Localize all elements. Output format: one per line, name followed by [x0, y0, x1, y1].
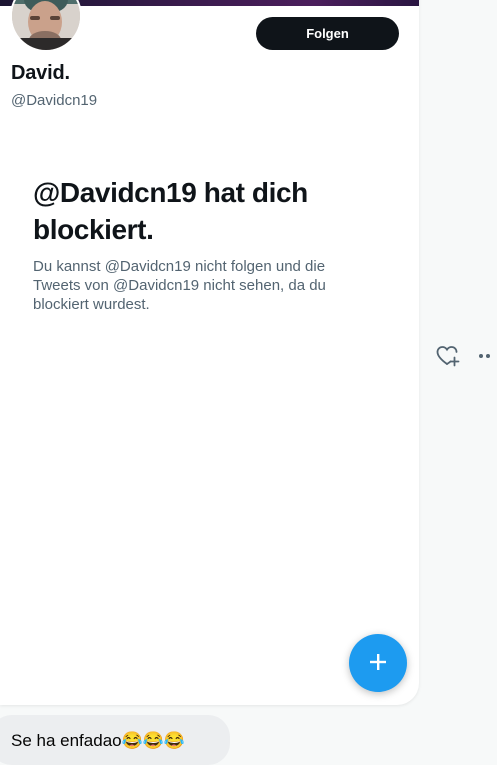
profile-name: David. — [11, 62, 70, 84]
heart-plus-icon[interactable] — [436, 345, 460, 367]
profile-handle: @Davidcn19 — [11, 92, 98, 109]
follow-button[interactable]: Folgen — [256, 17, 399, 50]
blocked-title: @Davidcn19 hat dich blockiert. — [33, 177, 308, 245]
plus-icon — [367, 651, 389, 676]
side-actions — [436, 345, 497, 367]
avatar[interactable] — [10, 0, 82, 52]
blocked-description: Du kannst @Davidcn19 nicht folgen und di… — [33, 258, 326, 313]
avatar-photo — [12, 0, 80, 50]
profile-card: Folgen David. @Davidcn19 @Davidcn19 hat … — [0, 0, 419, 705]
compose-fab[interactable] — [349, 634, 407, 692]
more-dots-icon[interactable] — [478, 352, 497, 360]
comment-text: Se ha enfadao😂😂😂 — [11, 731, 186, 750]
